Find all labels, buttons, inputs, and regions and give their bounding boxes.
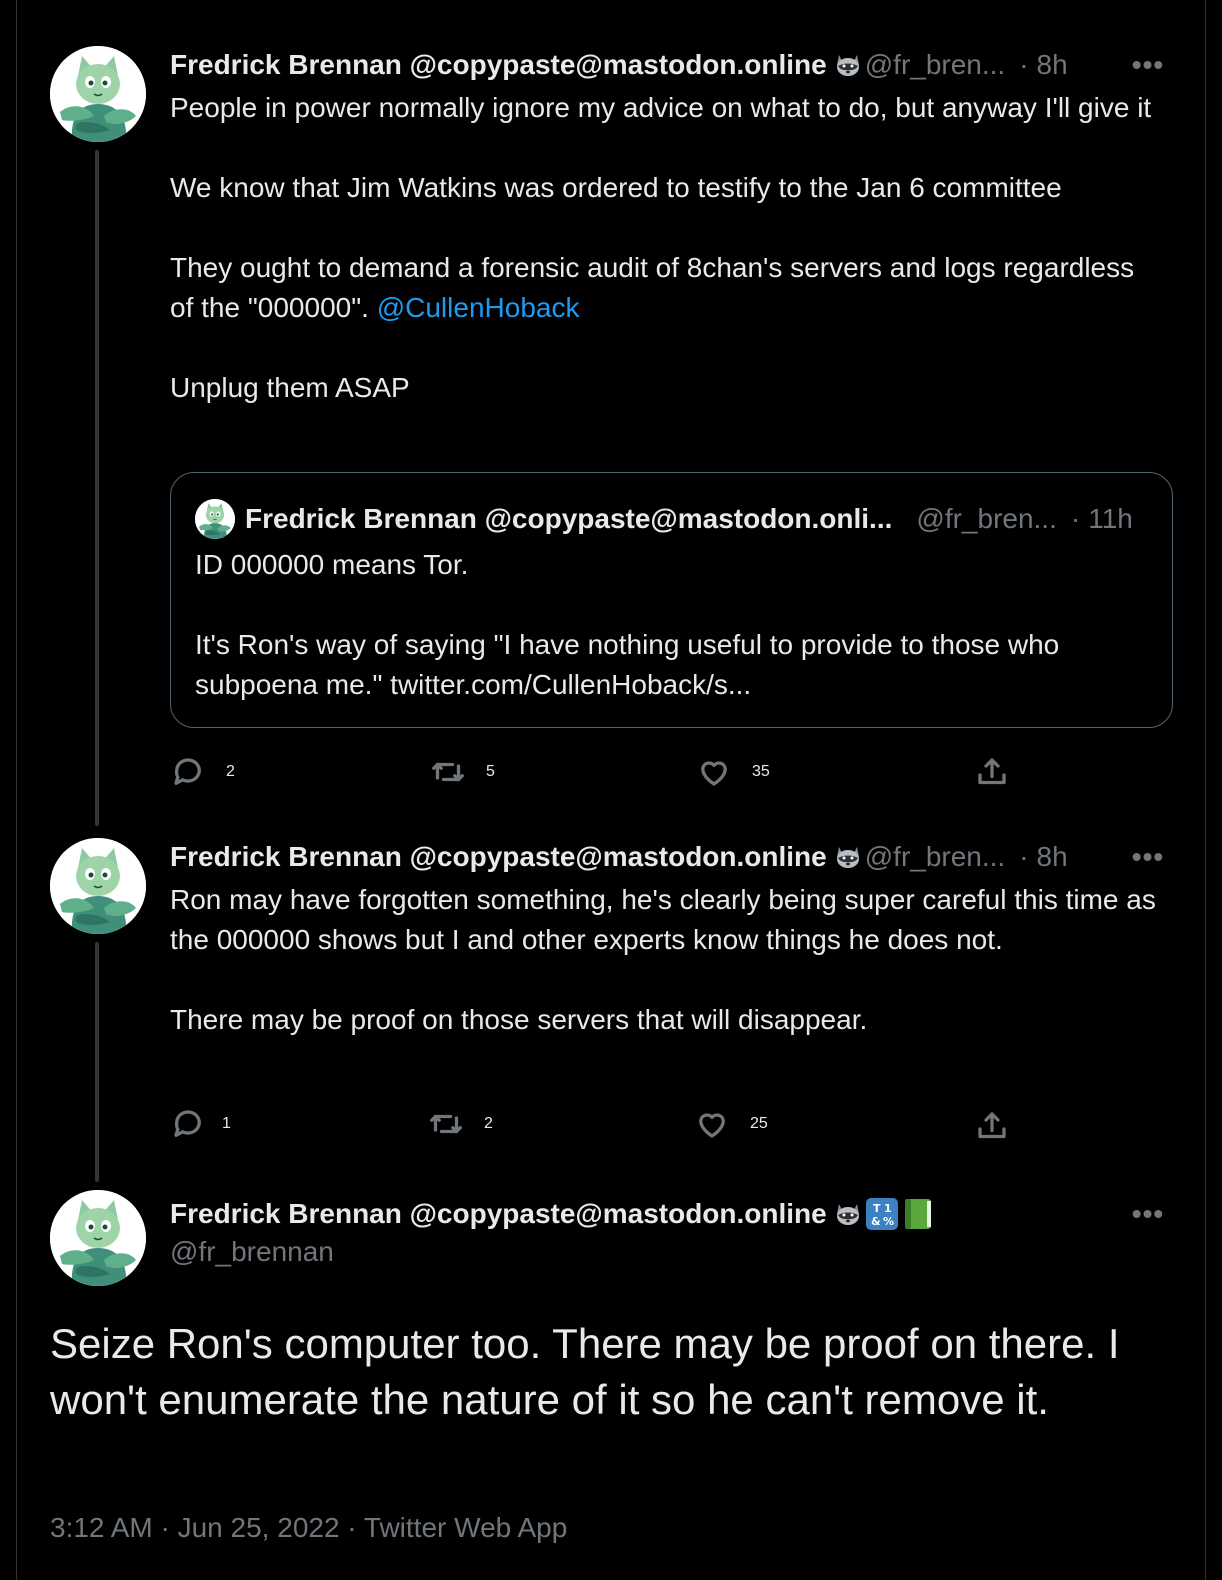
- avatar[interactable]: [50, 46, 146, 142]
- quoted-avatar: [195, 499, 235, 539]
- author-name[interactable]: Fredrick Brennan @copypaste@mastodon.onl…: [170, 1198, 827, 1230]
- retweet-button[interactable]: 2: [428, 1104, 493, 1144]
- reply-count: 2: [226, 763, 235, 780]
- tweet-header: Fredrick Brennan @copypaste@mastodon.onl…: [170, 837, 1068, 877]
- mention-link[interactable]: @CullenHoback: [377, 292, 580, 323]
- like-button[interactable]: 35: [696, 752, 770, 792]
- svg-text:%: %: [883, 1215, 894, 1228]
- author-handle[interactable]: @fr_brennan: [170, 1236, 334, 1268]
- separator-dot: ·: [1019, 841, 1029, 872]
- retweet-button[interactable]: 5: [430, 752, 495, 792]
- svg-text:1: 1: [884, 1202, 892, 1215]
- tweet-timestamp[interactable]: 3:12 AM · Jun 25, 2022 · Twitter Web App: [50, 1512, 567, 1544]
- reply-icon: [174, 1110, 201, 1137]
- like-icon: [699, 1113, 725, 1138]
- green-book-emoji-icon: [904, 1199, 931, 1229]
- quoted-tweet-time: 11h: [1088, 503, 1133, 534]
- reply-icon: [174, 758, 201, 785]
- tweet-body: Ron may have forgotten something, he's c…: [170, 880, 1160, 1040]
- tweet-time[interactable]: 8h: [1037, 841, 1068, 873]
- quoted-tweet-card[interactable]: Fredrick Brennan @copypaste@mastodon.onl…: [170, 472, 1173, 728]
- tweet-header: Fredrick Brennan @copypaste@mastodon.onl…: [170, 45, 1068, 85]
- reply-button[interactable]: 2: [170, 752, 235, 792]
- tweet-body: People in power normally ignore my advic…: [170, 88, 1160, 408]
- author-emoji-badges: T 1 & %: [833, 1197, 935, 1231]
- like-button[interactable]: 25: [694, 1104, 768, 1144]
- svg-text:&: &: [871, 1215, 881, 1228]
- quoted-tweet-header: Fredrick Brennan @copypaste@mastodon.onl…: [195, 499, 1133, 539]
- author-handle[interactable]: @fr_bren...: [865, 49, 1005, 81]
- quoted-paragraph: ID 000000 means Tor.: [195, 549, 469, 580]
- reply-button[interactable]: 1: [170, 1104, 231, 1144]
- like-count: 35: [752, 763, 770, 780]
- like-icon: [701, 761, 727, 786]
- tweet-time[interactable]: 8h: [1037, 49, 1068, 81]
- retweet-icon: [430, 1114, 462, 1134]
- raccoon-emoji-icon: [833, 51, 863, 79]
- thread-line: [95, 942, 99, 1182]
- tweet-paragraph: They ought to demand a forensic audit of…: [170, 248, 1160, 328]
- input-symbols-emoji-icon: T 1 & %: [865, 1198, 898, 1230]
- more-icon[interactable]: •••: [1128, 45, 1168, 85]
- share-button[interactable]: [974, 1106, 1010, 1146]
- separator-dot: ·: [1070, 503, 1081, 534]
- svg-text:T: T: [873, 1202, 881, 1215]
- separator-dot: ·: [1019, 49, 1029, 80]
- tweet-paragraph: There may be proof on those servers that…: [170, 1004, 868, 1035]
- share-button[interactable]: [974, 752, 1010, 792]
- share-icon: [978, 758, 1006, 785]
- main-tweet-header: Fredrick Brennan @copypaste@mastodon.onl…: [170, 1194, 935, 1234]
- like-count: 25: [750, 1115, 768, 1132]
- share-icon: [978, 1112, 1006, 1139]
- author-name[interactable]: Fredrick Brennan @copypaste@mastodon.onl…: [170, 49, 827, 81]
- raccoon-emoji-icon: [836, 1204, 859, 1225]
- tweet-paragraph-text: They ought to demand a forensic audit of…: [170, 252, 1135, 323]
- reply-count: 1: [222, 1115, 231, 1132]
- tweet-paragraph: Unplug them ASAP: [170, 372, 410, 403]
- author-handle[interactable]: @fr_bren...: [865, 841, 1005, 873]
- quoted-author-name: Fredrick Brennan @copypaste@mastodon.onl…: [245, 503, 893, 534]
- more-icon[interactable]: •••: [1128, 837, 1168, 877]
- thread-line: [95, 150, 99, 826]
- avatar[interactable]: [50, 838, 146, 934]
- main-tweet-text: Seize Ron's computer too. There may be p…: [50, 1320, 1120, 1423]
- avatar[interactable]: [50, 1190, 146, 1286]
- more-icon[interactable]: •••: [1128, 1194, 1168, 1234]
- retweet-count: 2: [484, 1115, 493, 1132]
- raccoon-emoji-icon: [833, 843, 863, 871]
- tweet-paragraph: We know that Jim Watkins was ordered to …: [170, 172, 1062, 203]
- retweet-count: 5: [486, 763, 495, 780]
- author-name[interactable]: Fredrick Brennan @copypaste@mastodon.onl…: [170, 841, 827, 873]
- tweet-paragraph: People in power normally ignore my advic…: [170, 92, 1152, 123]
- retweet-icon: [432, 762, 464, 782]
- quoted-tweet-body: ID 000000 means Tor. It's Ron's way of s…: [195, 545, 1155, 705]
- quoted-paragraph: It's Ron's way of saying "I have nothing…: [195, 629, 1060, 700]
- quoted-author-handle: @fr_bren...: [916, 503, 1057, 534]
- tweet-paragraph: Ron may have forgotten something, he's c…: [170, 884, 1156, 955]
